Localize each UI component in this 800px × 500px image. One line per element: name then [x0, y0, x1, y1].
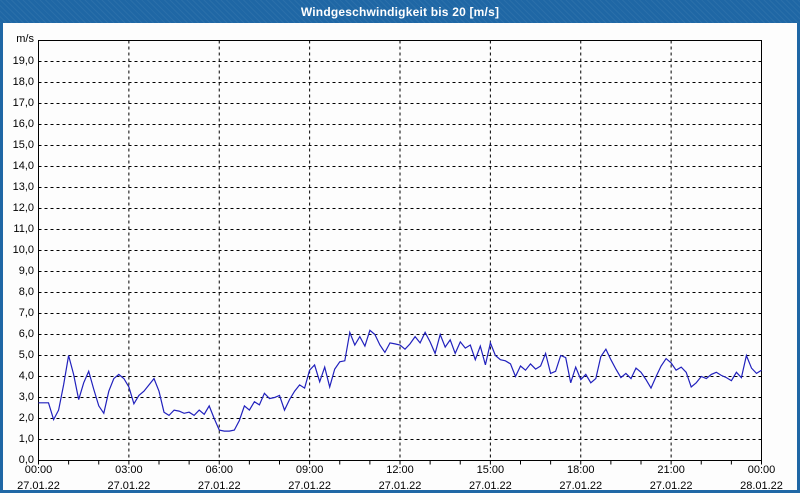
x-tick-time-label: 00:00: [747, 464, 776, 476]
y-tick-label: 14,0: [12, 160, 34, 172]
x-tick-date-label: 27.01.22: [559, 480, 603, 492]
y-tick-label: 6,0: [18, 328, 34, 340]
x-tick-date-label: 27.01.22: [197, 480, 241, 492]
x-tick-time-label: 21:00: [657, 464, 685, 476]
wind-speed-chart: [38, 40, 762, 465]
x-tick-time-label: 12:00: [386, 464, 414, 476]
y-tick-label: 1,0: [18, 433, 34, 445]
y-tick-label: 15,0: [12, 139, 34, 151]
y-tick-label: 8,0: [18, 286, 34, 298]
x-tick-time-label: 09:00: [295, 464, 324, 476]
y-tick-label: 19,0: [12, 55, 34, 67]
y-tick-label: 17,0: [12, 97, 34, 109]
title-bar: Windgeschwindigkeit bis 20 [m/s]: [0, 0, 800, 23]
x-tick-time-label: 06:00: [205, 464, 234, 476]
x-tick-date-label: 27.01.22: [107, 480, 151, 492]
y-tick-label: 16,0: [12, 118, 34, 130]
x-tick-date-label: 27.01.22: [17, 480, 60, 492]
page-title: Windgeschwindigkeit bis 20 [m/s]: [300, 4, 500, 19]
wind-speed-line: [38, 329, 762, 432]
y-axis-unit-label: m/s: [16, 33, 34, 45]
y-tick-label: 12,0: [12, 202, 34, 214]
x-tick-date-label: 28.01.22: [740, 480, 783, 492]
y-tick-label: 10,0: [12, 244, 34, 256]
y-tick-label: 3,0: [18, 391, 34, 403]
y-tick-label: 9,0: [18, 265, 34, 277]
y-tick-label: 18,0: [12, 76, 34, 88]
y-tick-label: 13,0: [12, 181, 34, 193]
y-tick-label: 11,0: [13, 223, 34, 235]
x-tick-time-label: 03:00: [115, 464, 143, 476]
x-tick-time-label: 15:00: [476, 464, 505, 476]
x-tick-date-label: 27.01.22: [288, 480, 332, 492]
x-tick-date-label: 27.01.22: [649, 480, 693, 492]
x-tick-time-label: 00:00: [24, 464, 53, 476]
x-tick-time-label: 18:00: [566, 464, 595, 476]
x-tick-date-label: 27.01.22: [378, 480, 422, 492]
y-tick-label: 2,0: [18, 412, 34, 424]
y-tick-label: 7,0: [18, 307, 34, 319]
y-tick-label: 5,0: [18, 349, 34, 361]
weather-chart-page: Windgeschwindigkeit bis 20 [m/s] m/s 0,0…: [0, 0, 800, 500]
y-tick-label: 4,0: [18, 370, 34, 382]
x-tick-date-label: 27.01.22: [468, 480, 512, 492]
